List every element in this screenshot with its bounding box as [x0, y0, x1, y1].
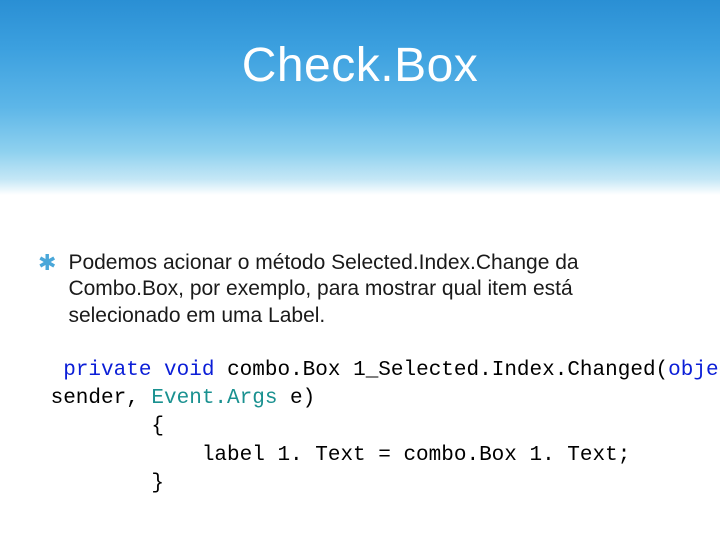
code-line-4: label 1. Text = combo.Box 1. Text;	[38, 444, 630, 467]
code-block: private void combo.Box 1_Selected.Index.…	[38, 357, 682, 499]
type-eventargs: Event.Args	[151, 387, 277, 410]
asterisk-icon: ✱	[38, 250, 56, 276]
after-object: sender,	[38, 387, 151, 410]
slide-content: ✱ Podemos acionar o método Selected.Inde…	[0, 195, 720, 498]
bullet-text: Podemos acionar o método Selected.Index.…	[68, 250, 682, 329]
slide-title: Check.Box	[0, 38, 720, 93]
code-line-1: private void combo.Box 1_Selected.Index.…	[38, 359, 720, 382]
code-line-5: }	[38, 472, 164, 495]
code-line-2: sender, Event.Args e)	[38, 387, 315, 410]
method-name: combo.Box 1_Selected.Index.Changed(	[214, 359, 668, 382]
slide-header: Check.Box	[0, 0, 720, 195]
code-line-3: {	[38, 415, 164, 438]
keyword-private: private	[63, 359, 151, 382]
keyword-void: void	[164, 359, 214, 382]
after-eventargs: e)	[277, 387, 315, 410]
bullet-item: ✱ Podemos acionar o método Selected.Inde…	[38, 250, 682, 329]
keyword-object: object	[668, 359, 720, 382]
